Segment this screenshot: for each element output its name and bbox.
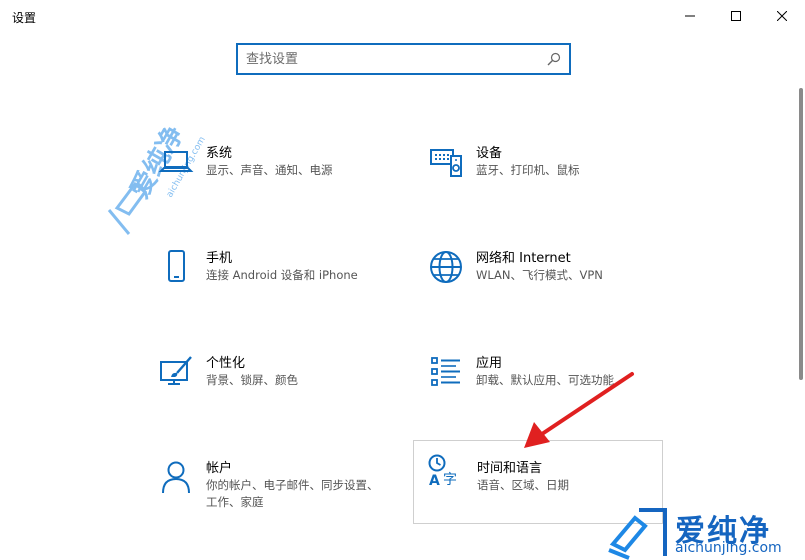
maximize-icon	[731, 11, 741, 21]
minimize-icon	[685, 15, 695, 17]
app-list-icon	[431, 357, 460, 386]
tile-personalization[interactable]: 个性化 背景、锁屏、颜色	[148, 348, 396, 434]
close-button[interactable]	[759, 0, 805, 32]
tile-title: 设备	[476, 146, 503, 161]
svg-text:A: A	[429, 473, 440, 489]
watermark: 爱纯净 aichunjing.com	[605, 500, 805, 560]
search-input[interactable]	[246, 45, 536, 73]
tile-title: 手机	[206, 251, 233, 266]
close-icon	[777, 11, 787, 21]
search-box[interactable]	[236, 43, 571, 75]
window-title: 设置	[12, 11, 37, 25]
tile-system[interactable]: 系统 显示、声音、通知、电源	[148, 138, 396, 224]
scrollbar[interactable]	[799, 88, 803, 380]
annotation-arrow-icon	[524, 372, 634, 448]
tile-title: 应用	[476, 356, 503, 371]
tile-network[interactable]: 网络和 Internet WLAN、飞行模式、VPN	[418, 243, 666, 329]
tile-title: 个性化	[206, 356, 246, 371]
tile-description: 连接 Android 设备和 iPhone	[206, 268, 358, 282]
laptop-icon	[158, 151, 194, 172]
maximize-button[interactable]	[713, 0, 759, 32]
time-language-icon: A 字	[428, 454, 457, 489]
tile-description: 背景、锁屏、颜色	[206, 373, 298, 387]
title-bar: 设置	[0, 0, 805, 32]
tile-accounts[interactable]: 帐户 你的帐户、电子邮件、同步设置、工作、家庭	[148, 453, 396, 539]
tile-description: 显示、声音、通知、电源	[206, 163, 333, 177]
globe-icon	[430, 251, 462, 283]
tile-title: 时间和语言	[477, 461, 543, 476]
phone-icon	[168, 250, 185, 282]
tile-description: 语音、区域、日期	[477, 478, 569, 492]
tile-title: 网络和 Internet	[476, 251, 571, 266]
keyboard-speaker-icon	[430, 149, 462, 177]
watermark-logo-icon	[608, 508, 667, 560]
tile-title: 帐户	[206, 461, 233, 476]
svg-text:字: 字	[443, 472, 457, 488]
tile-title: 系统	[206, 146, 233, 161]
tile-phone[interactable]: 手机 连接 Android 设备和 iPhone	[148, 243, 396, 329]
watermark-site: aichunjing.com	[675, 540, 782, 556]
paint-brush-icon	[160, 356, 192, 385]
search-icon[interactable]	[547, 52, 561, 66]
tile-devices[interactable]: 设备 蓝牙、打印机、鼠标	[418, 138, 666, 224]
minimize-button[interactable]	[667, 0, 713, 32]
tile-description: 蓝牙、打印机、鼠标	[476, 163, 580, 177]
person-icon	[162, 461, 190, 494]
tile-description: WLAN、飞行模式、VPN	[476, 268, 603, 282]
tile-description: 你的帐户、电子邮件、同步设置、工作、家庭	[206, 478, 379, 509]
